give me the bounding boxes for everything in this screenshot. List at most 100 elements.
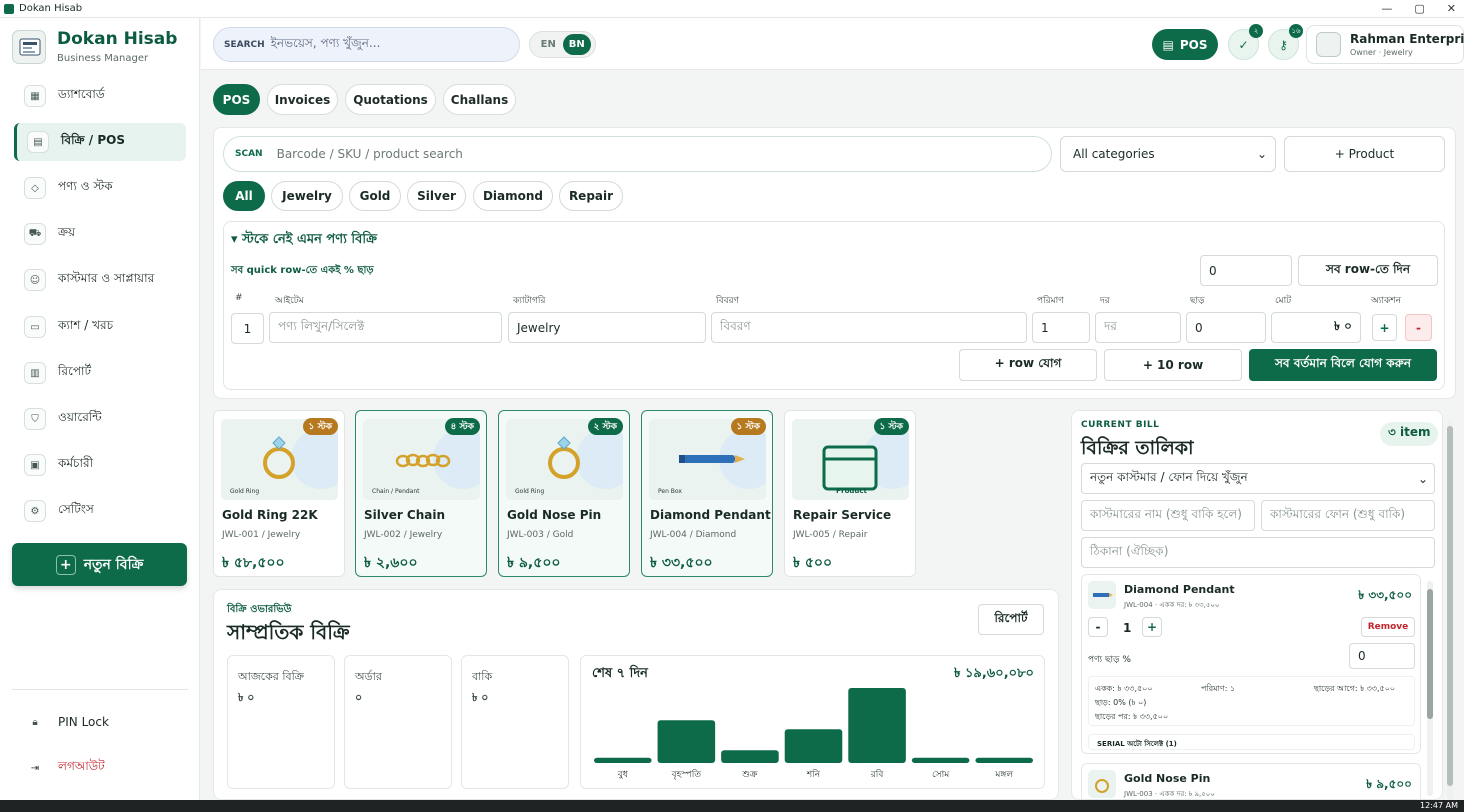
serial-autoselect[interactable]: SERIAL অটো সিলেক্ট (1) bbox=[1088, 734, 1415, 750]
row-remove-button[interactable]: - bbox=[1405, 314, 1432, 341]
bar-chart-icon: ▥ bbox=[24, 362, 46, 384]
report-button[interactable]: রিপোর্ট bbox=[978, 604, 1044, 635]
item-input[interactable]: পণ্য লিখুন/সিলেক্ট bbox=[269, 312, 502, 343]
remove-item-button[interactable]: Remove bbox=[1361, 617, 1415, 637]
product-price: ৳ ৯,৫০০ bbox=[507, 555, 561, 571]
lock-icon: 🔒︎ bbox=[32, 716, 38, 728]
stat-label: আজকের বিক্রি bbox=[238, 670, 304, 683]
plus-icon: + bbox=[55, 554, 76, 575]
product-card[interactable]: Gold Ring ২ স্টক Gold Nose Pin JWL-003 /… bbox=[498, 410, 630, 577]
customer-phone-input[interactable]: কাস্টমারের ফোন (শুধু বাকি) bbox=[1261, 500, 1435, 531]
nav-sales-pos[interactable]: ▤ বিক্রি / POS bbox=[14, 123, 186, 161]
nav-employees[interactable]: ▣ কর্মচারী bbox=[14, 446, 186, 484]
pos-button[interactable]: ▤ POS bbox=[1152, 29, 1218, 60]
add-10-rows-button[interactable]: + 10 row bbox=[1104, 349, 1242, 381]
chip-gold[interactable]: Gold bbox=[349, 181, 401, 211]
lang-bn[interactable]: BN bbox=[562, 34, 591, 55]
nav-purchase[interactable]: ⛟ ক্রয় bbox=[14, 215, 186, 253]
wallet-icon: ▭ bbox=[24, 316, 46, 338]
close-button[interactable]: ✕ bbox=[1447, 2, 1456, 15]
tab-invoices[interactable]: Invoices bbox=[267, 84, 338, 115]
stat-value: ০ bbox=[355, 691, 363, 704]
nav-customers-suppliers[interactable]: ☺ কাস্টমার ও সাপ্লায়ার bbox=[14, 261, 186, 299]
line-item-name: Gold Nose Pin bbox=[1124, 772, 1211, 785]
bill-scrollbar[interactable] bbox=[1427, 581, 1433, 796]
discount-input[interactable]: 0 bbox=[1186, 312, 1266, 343]
chip-all[interactable]: All bbox=[223, 181, 265, 211]
minimize-button[interactable]: — bbox=[1381, 2, 1392, 15]
tab-quotations[interactable]: Quotations bbox=[345, 84, 436, 115]
chart-bar bbox=[848, 688, 906, 763]
scan-input[interactable]: Barcode / SKU / product search bbox=[277, 147, 463, 161]
pos-label: POS bbox=[1179, 37, 1208, 52]
breakdown-qty: পরিমাণ: ১ bbox=[1201, 684, 1236, 693]
language-toggle[interactable]: EN BN bbox=[529, 31, 596, 58]
profile-role: Owner · Jewelry bbox=[1350, 48, 1413, 57]
product-card[interactable]: Product ১ স্টক Repair Service JWL-005 / … bbox=[784, 410, 916, 577]
stock-badge: ১ স্টক bbox=[302, 418, 338, 435]
window-title: Dokan Hisab bbox=[19, 3, 83, 14]
tab-challans[interactable]: Challans bbox=[443, 84, 516, 115]
address-input[interactable]: ঠিকানা (ঐচ্ছিক) bbox=[1081, 537, 1435, 568]
customer-name-input[interactable]: কাস্টমারের নাম (শুধু বাকি হলে) bbox=[1081, 500, 1255, 531]
product-card[interactable]: Chain / Pendant ৪ স্টক Silver Chain JWL-… bbox=[355, 410, 487, 577]
product-name: Repair Service bbox=[793, 508, 892, 522]
key-button[interactable]: ⚷ ১৬ bbox=[1268, 24, 1303, 60]
nav-cash-expense[interactable]: ▭ ক্যাশ / খরচ bbox=[14, 308, 186, 346]
qty-decrease-button[interactable]: - bbox=[1088, 617, 1108, 637]
bulk-discount-input[interactable]: 0 bbox=[1200, 255, 1292, 286]
category-input[interactable]: Jewelry bbox=[508, 312, 706, 343]
quantity-input[interactable]: 1 bbox=[1032, 312, 1090, 343]
product-card[interactable]: Gold Ring ১ স্টক Gold Ring 22K JWL-001 /… bbox=[213, 410, 345, 577]
brand-subtitle: Business Manager bbox=[57, 53, 149, 64]
stat-value: ৳ ০ bbox=[238, 691, 255, 704]
product-image-caption: Pen Box bbox=[658, 488, 682, 495]
chip-silver[interactable]: Silver bbox=[407, 181, 466, 211]
lang-en[interactable]: EN bbox=[534, 34, 563, 55]
item-discount-input[interactable]: 0 bbox=[1349, 643, 1415, 669]
key-icon: ⚷ bbox=[1279, 37, 1288, 52]
col-header-action: অ্যাকশন bbox=[1371, 296, 1402, 306]
chip-diamond[interactable]: Diamond bbox=[473, 181, 553, 211]
nav-warranty[interactable]: ⛉ ওয়ারেন্টি bbox=[14, 400, 186, 438]
pin-lock-button[interactable]: 🔒︎ PIN Lock bbox=[14, 703, 186, 741]
apply-all-rows-button[interactable]: সব row-তে দিন bbox=[1298, 255, 1438, 286]
stock-badge: ১ স্টক bbox=[730, 418, 766, 435]
add-product-button[interactable]: + Product bbox=[1284, 136, 1445, 172]
chip-repair[interactable]: Repair bbox=[559, 181, 623, 211]
search-input[interactable]: ইনভয়েস, পণ্য খুঁজুন... bbox=[271, 35, 381, 55]
nav-reports[interactable]: ▥ রিপোর্ট bbox=[14, 354, 186, 392]
search-label: SEARCH bbox=[224, 39, 265, 50]
nav-settings[interactable]: ⚙ সেটিংস bbox=[14, 492, 186, 530]
new-sale-button[interactable]: + নতুন বিক্রি bbox=[12, 543, 187, 586]
global-search[interactable]: SEARCH ইনভয়েস, পণ্য খুঁজুন... bbox=[213, 27, 520, 62]
tab-pos[interactable]: POS bbox=[213, 84, 260, 115]
warranty-check-button[interactable]: ✓ ২ bbox=[1228, 24, 1263, 60]
customer-select[interactable]: নতুন কাস্টমার / ফোন দিয়ে খুঁজুন ⌄ bbox=[1081, 463, 1435, 494]
category-select[interactable]: All categories ⌄ bbox=[1060, 136, 1276, 172]
product-price: ৳ ৩৩,৫০০ bbox=[650, 555, 713, 571]
logout-button[interactable]: ⇥ লগআউট bbox=[14, 749, 186, 787]
page-scrollbar[interactable] bbox=[1447, 420, 1453, 800]
product-card[interactable]: Pen Box ১ স্টক Diamond Pendant JWL-004 /… bbox=[641, 410, 773, 577]
profile-card[interactable]: Rahman Enterprise Owner · Jewelry bbox=[1306, 25, 1464, 64]
stat-value: ৳ ০ bbox=[472, 691, 489, 704]
product-price: ৳ ৫৮,৫০০ bbox=[222, 555, 285, 571]
col-header-description: বিবরণ bbox=[716, 296, 739, 306]
row-number: 1 bbox=[231, 313, 264, 344]
quick-row-title[interactable]: ▾ স্টকে নেই এমন পণ্য বিক্রি bbox=[231, 230, 377, 251]
minus-icon: - bbox=[1095, 620, 1101, 634]
nav-dashboard[interactable]: ▦ ড্যাশবোর্ড bbox=[14, 77, 186, 115]
maximize-button[interactable]: ▢ bbox=[1414, 2, 1424, 15]
chip-jewelry[interactable]: Jewelry bbox=[271, 181, 343, 211]
row-add-button[interactable]: + bbox=[1372, 314, 1397, 341]
qty-increase-button[interactable]: + bbox=[1142, 617, 1162, 637]
product-price: ৳ ৫০০ bbox=[793, 555, 833, 571]
rate-input[interactable]: দর bbox=[1095, 312, 1181, 343]
add-row-button[interactable]: + row যোগ bbox=[959, 349, 1097, 381]
brand-name: Dokan Hisab bbox=[57, 29, 178, 49]
description-input[interactable]: বিবরণ bbox=[711, 312, 1027, 343]
nav-products-stock[interactable]: ◇ পণ্য ও স্টক bbox=[14, 169, 186, 207]
scan-bar[interactable]: SCAN Barcode / SKU / product search bbox=[223, 136, 1052, 172]
add-all-to-bill-button[interactable]: সব বর্তমান বিলে যোগ করুন bbox=[1249, 349, 1437, 381]
